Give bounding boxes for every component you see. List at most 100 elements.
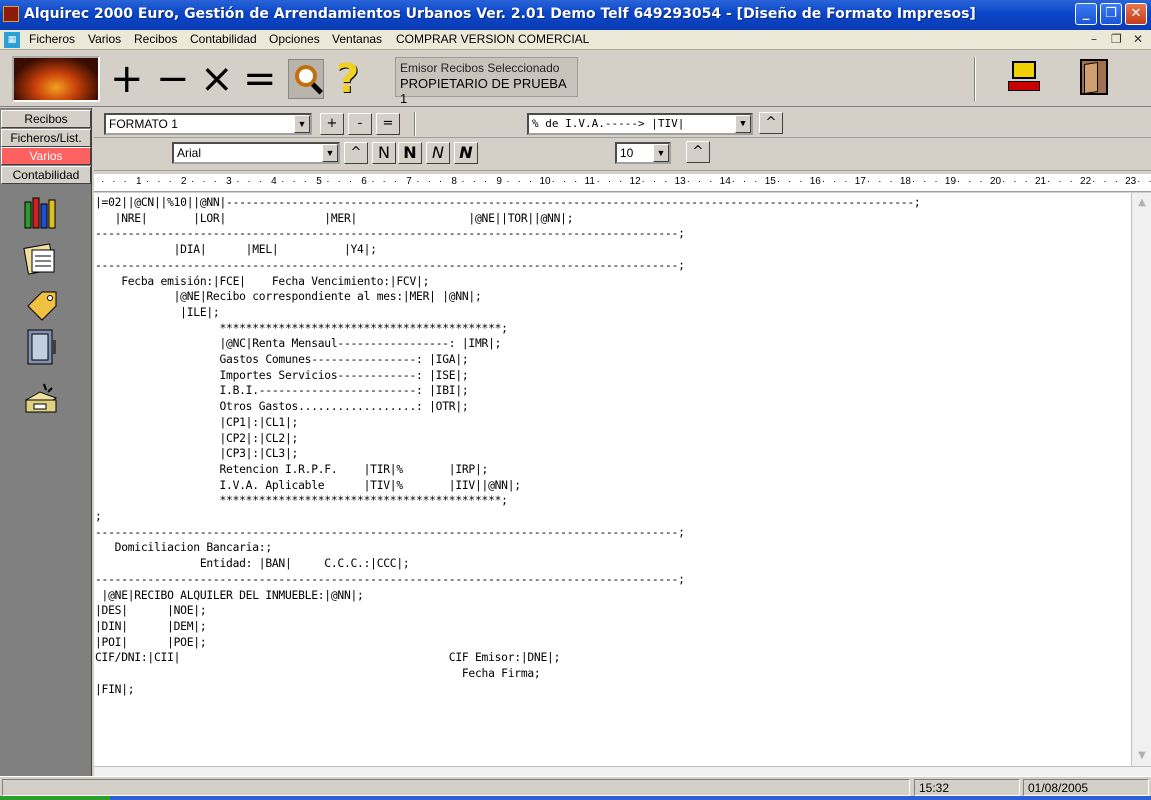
copy-format-button[interactable]: =: [376, 113, 400, 135]
ruler-label: 21: [1035, 176, 1047, 187]
style-bold-italic-button[interactable]: N: [454, 142, 478, 164]
vertical-scrollbar[interactable]: ▲ ▼: [1131, 193, 1151, 766]
ruler-tick: ·: [123, 176, 127, 187]
ruler-tick: ·: [1058, 176, 1062, 187]
font-value: Arial: [177, 146, 202, 160]
chevron-down-icon[interactable]: ▼: [735, 115, 751, 133]
ruler-tick: ·: [517, 176, 521, 187]
formato-select[interactable]: FORMATO 1 ▼: [104, 113, 312, 135]
mdi-close-button[interactable]: ✕: [1133, 32, 1143, 46]
exit-door-icon[interactable]: [1076, 59, 1112, 97]
format-editor[interactable]: |=02||@CN||%10||@NN|--------------------…: [94, 193, 1131, 766]
style-normal-button[interactable]: N: [372, 142, 396, 164]
ruler-tick: ·: [923, 176, 927, 187]
tab-recibos[interactable]: Recibos: [1, 110, 91, 128]
ruler-tick: ·: [607, 176, 612, 187]
title-bar[interactable]: Alquirec 2000 Euro, Gestión de Arrendami…: [0, 0, 1151, 30]
menu-comprar[interactable]: COMPRAR VERSION COMERCIAL: [396, 32, 589, 46]
ruler-label: 7: [406, 176, 412, 187]
ruler-label: 19: [944, 176, 957, 187]
computer-icon[interactable]: [1006, 59, 1042, 95]
ruler-tick: ·: [889, 176, 893, 187]
apply-size-button[interactable]: ^: [686, 141, 710, 163]
ruler-tick: ·: [742, 176, 747, 187]
maximize-button[interactable]: ❐: [1100, 3, 1122, 25]
status-date: 01/08/2005: [1023, 779, 1149, 796]
ruler-label: 22: [1080, 176, 1092, 187]
ruler: · · · · · · · · · · · · · · · · · · · · · · · · · · · · · · · · · · · · · · · ·…: [94, 174, 1151, 192]
menu-ficheros[interactable]: Ficheros: [29, 32, 75, 46]
horizontal-scrollbar[interactable]: [94, 766, 1151, 776]
font-size-select[interactable]: 10 ▼: [615, 142, 671, 164]
ruler-tick: ·: [213, 176, 217, 187]
remove-format-button[interactable]: -: [348, 113, 372, 135]
menu-varios[interactable]: Varios: [88, 32, 121, 46]
document-icon[interactable]: ▦: [4, 32, 20, 48]
tag-icon[interactable]: [22, 284, 60, 322]
ruler-tick: ·: [438, 176, 443, 187]
ruler-tick: ·: [573, 176, 578, 187]
chevron-down-icon[interactable]: ▼: [653, 144, 669, 162]
ruler-tick: ·: [641, 176, 645, 187]
ruler-tick: ·: [326, 176, 330, 187]
notebook-icon[interactable]: [22, 240, 60, 278]
scroll-up-icon[interactable]: ▲: [1134, 195, 1150, 211]
ruler-tick: ·: [686, 176, 690, 187]
format-toolbar: FORMATO 1 ▼ + - = % de I.V.A.-----> |TIV…: [94, 110, 1151, 138]
menu-opciones[interactable]: Opciones: [269, 32, 320, 46]
app-window: Alquirec 2000 Euro, Gestión de Arrendami…: [0, 0, 1151, 800]
ruler-tick: ·: [664, 176, 668, 187]
ruler-tick: ·: [911, 176, 916, 187]
ruler-label: 3: [226, 176, 232, 187]
ruler-label: 16: [809, 176, 821, 187]
ruler-label: 17: [854, 176, 866, 187]
menu-recibos[interactable]: Recibos: [134, 32, 177, 46]
font-select[interactable]: Arial ▼: [172, 142, 340, 164]
ruler-tick: ·: [382, 176, 386, 187]
mdi-minimize-button[interactable]: –: [1091, 32, 1097, 46]
toolbar-separator: [414, 112, 416, 136]
apply-font-button[interactable]: ^: [344, 142, 368, 164]
minus-button[interactable]: −: [156, 55, 190, 103]
app-icon[interactable]: [3, 6, 19, 22]
ruler-tick: ·: [528, 176, 533, 187]
close-button[interactable]: ✕: [1125, 3, 1147, 25]
search-button[interactable]: [288, 59, 324, 99]
ruler-tick: ·: [787, 176, 792, 187]
style-bold-button[interactable]: N: [398, 142, 422, 164]
printer-icon[interactable]: [22, 380, 60, 418]
status-time: 15:32: [914, 779, 1020, 796]
help-button[interactable]: ?: [336, 57, 359, 101]
ruler-tick: ·: [371, 176, 375, 187]
chevron-down-icon[interactable]: ▼: [322, 144, 338, 162]
ruler-tick: ·: [146, 176, 150, 187]
ruler-label: 12: [629, 176, 641, 187]
tab-contabilidad[interactable]: Contabilidad: [1, 166, 91, 184]
field-select[interactable]: % de I.V.A.-----> |TIV| ▼: [527, 113, 753, 135]
menu-ventanas[interactable]: Ventanas: [332, 32, 382, 46]
mdi-restore-button[interactable]: ❐: [1111, 32, 1122, 46]
pencils-icon[interactable]: [22, 194, 60, 232]
menu-contabilidad[interactable]: Contabilidad: [190, 32, 257, 46]
ruler-tick: ·: [281, 176, 285, 187]
equals-button[interactable]: =: [243, 55, 277, 103]
add-format-button[interactable]: +: [320, 113, 344, 135]
times-button[interactable]: ×: [200, 55, 234, 103]
minimize-button[interactable]: _: [1075, 3, 1097, 25]
scroll-down-icon[interactable]: ▼: [1134, 748, 1150, 764]
tab-varios[interactable]: Varios: [1, 147, 91, 165]
ruler-tick: ·: [866, 176, 871, 187]
insert-field-button[interactable]: ^: [759, 112, 783, 134]
style-italic-button[interactable]: N: [426, 142, 450, 164]
ruler-tick: ·: [821, 176, 826, 187]
ruler-tick: ·: [1001, 176, 1006, 187]
ruler-tick: ·: [551, 176, 555, 187]
plus-button[interactable]: +: [110, 55, 144, 103]
ruler-tick: ·: [619, 176, 623, 187]
editor-text[interactable]: |=02||@CN||%10||@NN|--------------------…: [94, 193, 1131, 698]
cabinet-icon[interactable]: [22, 328, 60, 366]
emisor-value: PROPIETARIO DE PRUEBA 1: [400, 76, 566, 106]
ruler-tick: ·: [596, 176, 600, 187]
tab-ficheros-list[interactable]: Ficheros/List.: [1, 129, 91, 147]
chevron-down-icon[interactable]: ▼: [294, 115, 310, 133]
